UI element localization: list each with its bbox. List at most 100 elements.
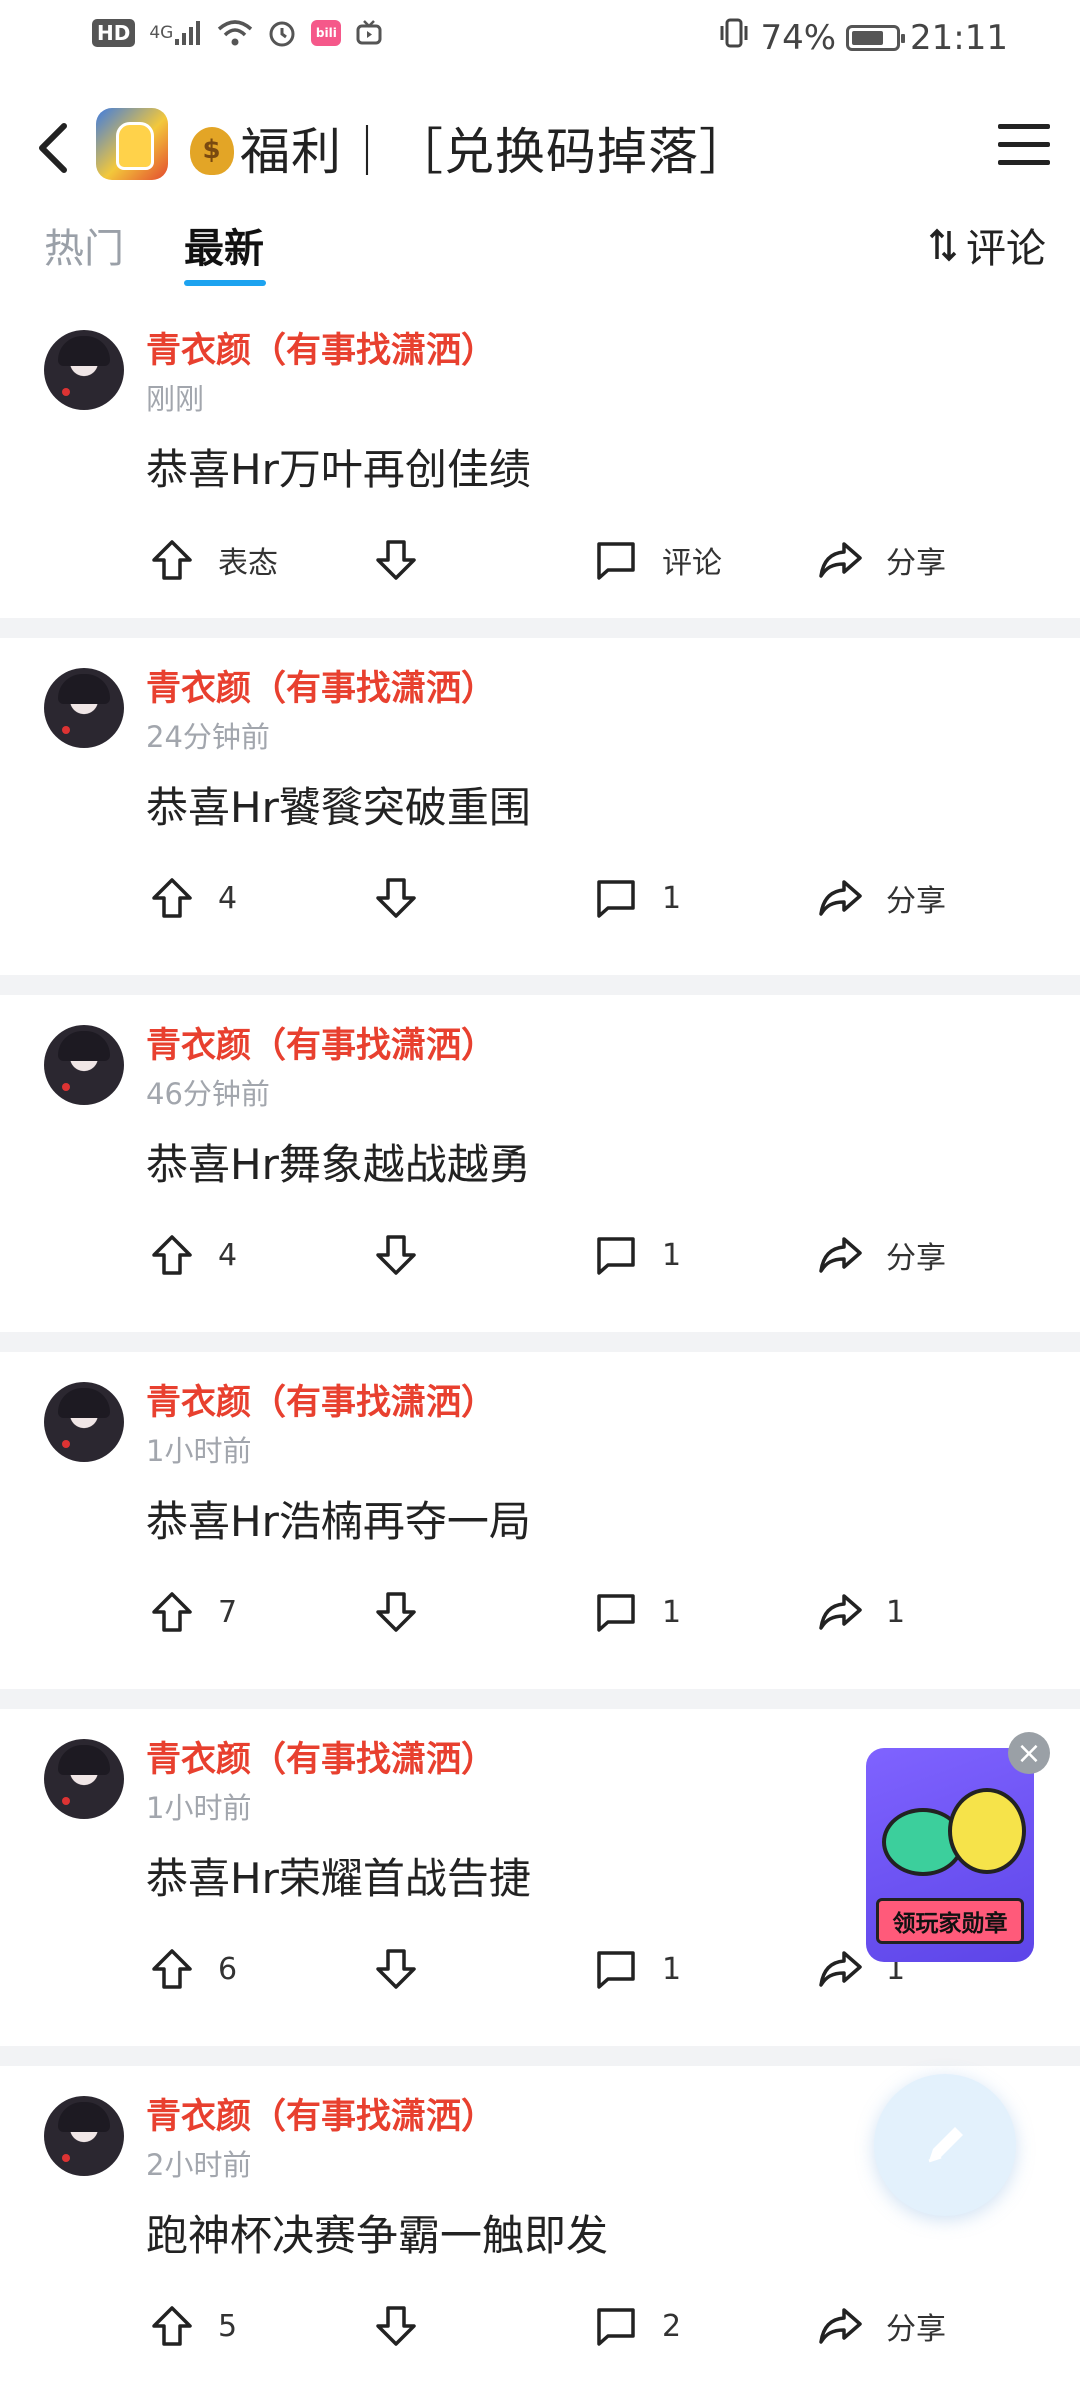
post-time: 刚刚 [146, 382, 205, 416]
game-icon[interactable] [96, 108, 168, 180]
post-time: 46分钟前 [146, 1077, 270, 1111]
share-count: 分享 [886, 1241, 946, 1276]
page-title: 福利｜［兑换码掉落］ [190, 112, 750, 184]
post-content[interactable]: 恭喜Hr舞象越战越勇 [146, 1131, 531, 1192]
comment-button[interactable]: 1 [594, 1937, 681, 2001]
comment-icon [597, 880, 635, 918]
tab-latest[interactable]: 最新 [184, 216, 264, 274]
sort-label: 评论 [966, 226, 1046, 272]
post-item[interactable]: 青衣颜（有事找潇洒） 刚刚 恭喜Hr万叶再创佳绩 表态 评论 分享 [0, 300, 1080, 618]
tab-bar: 热门 最新 评论 [0, 208, 1080, 290]
post-item[interactable]: 青衣颜（有事找潇洒） 46分钟前 恭喜Hr舞象越战越勇 4 1 分享 [0, 975, 1080, 1332]
menu-button[interactable] [996, 118, 1052, 170]
player-badge-promo[interactable]: 领玩家勋章 [866, 1748, 1034, 1962]
upvote-icon [152, 2306, 192, 2346]
comment-count: 1 [662, 1951, 682, 1987]
upvote-icon [152, 1592, 192, 1632]
post-content[interactable]: 恭喜Hr浩楠再夺一局 [146, 1488, 531, 1549]
post-username[interactable]: 青衣颜（有事找潇洒） [146, 660, 496, 711]
share-button[interactable]: 分享 [818, 1223, 946, 1287]
avatar[interactable] [44, 2096, 124, 2176]
status-icons-right: 74% 21:11 [718, 16, 1008, 59]
comment-button[interactable]: 2 [594, 2294, 681, 2358]
post-content[interactable]: 跑神杯决赛争霸一触即发 [146, 2202, 608, 2263]
network-type: 4G [149, 23, 174, 43]
share-count: 分享 [886, 2312, 946, 2347]
post-item[interactable]: 青衣颜（有事找潇洒） 1小时前 恭喜Hr浩楠再夺一局 7 1 1 [0, 1332, 1080, 1689]
back-button[interactable] [30, 116, 78, 180]
share-button[interactable]: 分享 [818, 528, 946, 592]
tab-hot[interactable]: 热门 [44, 216, 124, 274]
app-header: 福利｜［兑换码掉落］ [0, 96, 1080, 200]
post-username[interactable]: 青衣颜（有事找潇洒） [146, 322, 496, 373]
share-icon [819, 1237, 862, 1273]
upvote-button[interactable]: 4 [150, 1223, 237, 1287]
page-title-text: 福利｜［兑换码掉落］ [240, 123, 750, 181]
upvote-icon [152, 540, 192, 580]
post-username[interactable]: 青衣颜（有事找潇洒） [146, 1017, 496, 1068]
close-icon[interactable]: × [1008, 1732, 1050, 1774]
comment-button[interactable]: 1 [594, 1223, 681, 1287]
downvote-button[interactable] [374, 1580, 418, 1644]
share-count: 1 [886, 1594, 906, 1630]
upvote-button[interactable]: 6 [150, 1937, 237, 2001]
share-count: 分享 [886, 546, 946, 581]
post-time: 1小时前 [146, 1791, 252, 1825]
comment-icon [597, 542, 635, 580]
battery-icon [846, 24, 906, 51]
post-actions: 7 1 1 [0, 1580, 1080, 1644]
upvote-button[interactable]: 7 [150, 1580, 237, 1644]
comment-icon [597, 1951, 635, 1989]
bilibili-icon: bili [311, 20, 342, 46]
comment-count: 1 [662, 1237, 682, 1273]
comment-count: 2 [662, 2308, 682, 2344]
avatar[interactable] [44, 668, 124, 748]
post-username[interactable]: 青衣颜（有事找潇洒） [146, 1731, 496, 1782]
downvote-button[interactable] [374, 1223, 418, 1287]
avatar[interactable] [44, 330, 124, 410]
downvote-button[interactable] [374, 1937, 418, 2001]
downvote-button[interactable] [374, 866, 418, 930]
share-button[interactable]: 1 [818, 1580, 905, 1644]
upvote-count: 6 [218, 1951, 238, 1987]
comment-count: 1 [662, 880, 682, 916]
post-username[interactable]: 青衣颜（有事找潇洒） [146, 2088, 496, 2139]
post-time: 1小时前 [146, 1434, 252, 1468]
avatar[interactable] [44, 1025, 124, 1105]
post-item[interactable]: 青衣颜（有事找潇洒） 24分钟前 恭喜Hr饕餮突破重围 4 1 分享 [0, 618, 1080, 975]
post-actions: 4 1 分享 [0, 866, 1080, 930]
downvote-icon [376, 878, 416, 918]
downvote-button[interactable] [374, 528, 418, 592]
comment-count: 评论 [662, 546, 722, 581]
downvote-icon [376, 2306, 416, 2346]
post-actions: 4 1 分享 [0, 1223, 1080, 1287]
upvote-button[interactable]: 5 [150, 2294, 237, 2358]
comment-icon [597, 2308, 635, 2346]
downvote-icon [376, 1592, 416, 1632]
comment-button[interactable]: 评论 [594, 528, 722, 592]
comment-count: 1 [662, 1594, 682, 1630]
hd-icon: HD [92, 19, 136, 47]
upvote-count: 表态 [218, 546, 278, 581]
share-icon [819, 1951, 862, 1987]
comment-button[interactable]: 1 [594, 866, 681, 930]
post-content[interactable]: 恭喜Hr饕餮突破重围 [146, 774, 531, 835]
share-button[interactable]: 分享 [818, 2294, 946, 2358]
share-icon [819, 880, 862, 916]
avatar[interactable] [44, 1739, 124, 1819]
share-count: 分享 [886, 884, 946, 919]
sort-button[interactable]: 评论 [928, 216, 1046, 274]
avatar[interactable] [44, 1382, 124, 1462]
post-content[interactable]: 恭喜Hr万叶再创佳绩 [146, 436, 531, 497]
post-username[interactable]: 青衣颜（有事找潇洒） [146, 1374, 496, 1425]
post-time: 2小时前 [146, 2148, 252, 2182]
post-content[interactable]: 恭喜Hr荣耀首战告捷 [146, 1845, 531, 1906]
comment-button[interactable]: 1 [594, 1580, 681, 1644]
upvote-button[interactable]: 4 [150, 866, 237, 930]
compose-button[interactable] [874, 2074, 1016, 2216]
upvote-button[interactable]: 表态 [150, 528, 278, 592]
share-button[interactable]: 分享 [818, 866, 946, 930]
downvote-icon [376, 540, 416, 580]
downvote-button[interactable] [374, 2294, 418, 2358]
share-icon [819, 542, 862, 578]
